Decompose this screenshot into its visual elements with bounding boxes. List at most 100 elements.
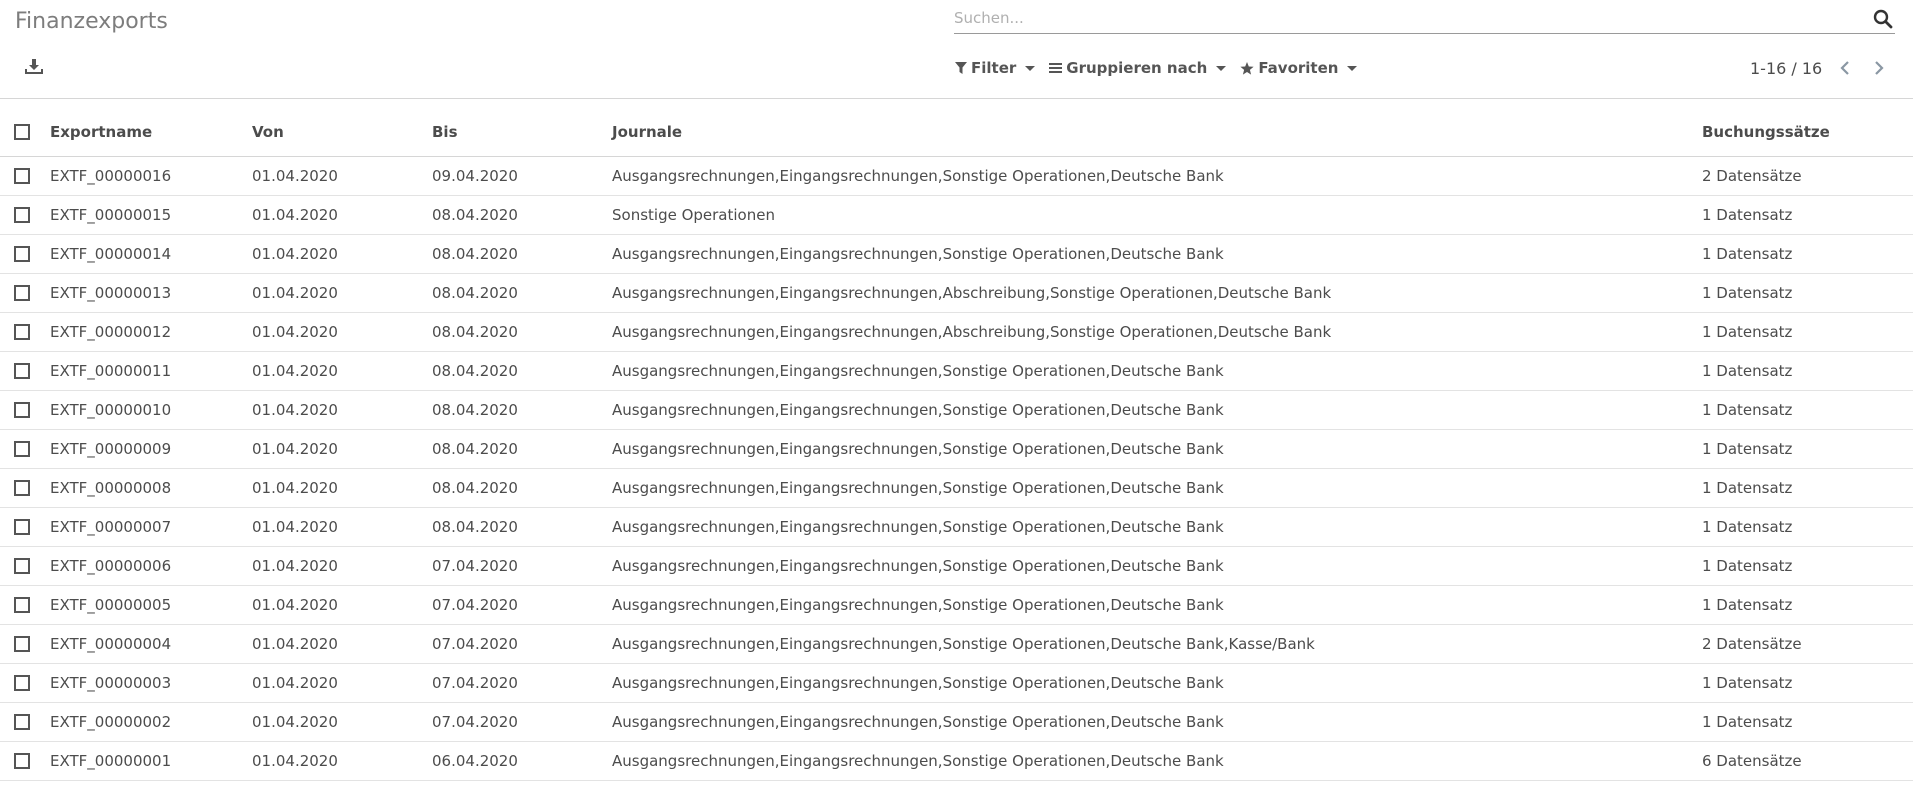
pager-value[interactable]: 1-16 / 16: [1750, 59, 1822, 78]
bis-cell: 08.04.2020: [432, 195, 612, 235]
row-select-cell: [0, 156, 50, 196]
column-header-journale[interactable]: Journale: [612, 108, 1702, 157]
column-header-bis[interactable]: Bis: [432, 108, 612, 157]
row-checkbox[interactable]: [14, 558, 30, 574]
buchungssaetze-cell: 2 Datensätze: [1702, 156, 1913, 196]
favorites-dropdown[interactable]: Favoriten: [1240, 59, 1358, 77]
exportname-cell: EXTF_00000002: [50, 702, 252, 742]
table-row[interactable]: EXTF_00000006 01.04.2020 07.04.2020 Ausgang…: [0, 546, 1913, 586]
journale-cell: Ausgangsrechnungen,Eingangsrechnungen,So…: [612, 390, 1702, 430]
table-row[interactable]: EXTF_00000003 01.04.2020 07.04.2020 Ausgang…: [0, 663, 1913, 703]
exportname-cell: EXTF_00000010: [50, 390, 252, 430]
exportname-cell: EXTF_00000013: [50, 273, 252, 313]
row-checkbox[interactable]: [14, 519, 30, 535]
row-select-cell: [0, 663, 50, 703]
column-header-von[interactable]: Von: [252, 108, 432, 157]
journale-cell: Ausgangsrechnungen,Eingangsrechnungen,So…: [612, 624, 1702, 664]
table-row[interactable]: EXTF_00000015 01.04.2020 08.04.2020 Sonstig…: [0, 195, 1913, 235]
journale-cell: Ausgangsrechnungen,Eingangsrechnungen,So…: [612, 741, 1702, 781]
exportname-cell: EXTF_00000007: [50, 507, 252, 547]
row-checkbox[interactable]: [14, 675, 30, 691]
journale-cell: Ausgangsrechnungen,Eingangsrechnungen,So…: [612, 234, 1702, 274]
row-select-cell: [0, 234, 50, 274]
select-all-checkbox[interactable]: [14, 124, 30, 141]
row-checkbox[interactable]: [14, 714, 30, 730]
buchungssaetze-cell: 1 Datensatz: [1702, 234, 1913, 274]
table-row[interactable]: EXTF_00000008 01.04.2020 08.04.2020 Ausgang…: [0, 468, 1913, 508]
buchungssaetze-cell: 1 Datensatz: [1702, 585, 1913, 625]
von-cell: 01.04.2020: [252, 468, 432, 508]
chevron-down-icon: [1216, 65, 1227, 71]
row-checkbox[interactable]: [14, 636, 30, 652]
journale-cell: Sonstige Operationen: [612, 195, 1702, 235]
chevron-right-icon: [1875, 61, 1884, 75]
filter-label: Filter: [971, 59, 1017, 77]
group-by-dropdown[interactable]: Gruppieren nach: [1049, 59, 1227, 77]
page-title: Finanzexports: [15, 9, 168, 34]
row-checkbox[interactable]: [14, 324, 30, 340]
table-row[interactable]: EXTF_00000002 01.04.2020 07.04.2020 Ausgang…: [0, 702, 1913, 742]
von-cell: 01.04.2020: [252, 507, 432, 547]
row-checkbox[interactable]: [14, 597, 30, 613]
bis-cell: 07.04.2020: [432, 624, 612, 664]
search-input[interactable]: [954, 6, 1854, 30]
exportname-cell: EXTF_00000011: [50, 351, 252, 391]
exportname-cell: EXTF_00000006: [50, 546, 252, 586]
table-row[interactable]: EXTF_00000009 01.04.2020 08.04.2020 Ausgang…: [0, 429, 1913, 469]
row-checkbox[interactable]: [14, 168, 30, 184]
table-row[interactable]: EXTF_00000011 01.04.2020 08.04.2020 Ausgang…: [0, 351, 1913, 391]
pager-previous-button[interactable]: [1834, 57, 1856, 79]
table-row[interactable]: EXTF_00000001 01.04.2020 06.04.2020 Ausgang…: [0, 741, 1913, 781]
exportname-cell: EXTF_00000004: [50, 624, 252, 664]
row-checkbox[interactable]: [14, 441, 30, 457]
pager: 1-16 / 16: [1750, 56, 1890, 80]
download-button[interactable]: [24, 56, 46, 78]
table-row[interactable]: EXTF_00000010 01.04.2020 08.04.2020 Ausgang…: [0, 390, 1913, 430]
row-select-cell: [0, 741, 50, 781]
column-header-exportname[interactable]: Exportname: [50, 108, 252, 157]
table-row[interactable]: EXTF_00000005 01.04.2020 07.04.2020 Ausgang…: [0, 585, 1913, 625]
table-row[interactable]: EXTF_00000014 01.04.2020 08.04.2020 Ausgang…: [0, 234, 1913, 274]
table-row[interactable]: EXTF_00000016 01.04.2020 09.04.2020 Ausgang…: [0, 156, 1913, 196]
buchungssaetze-cell: 1 Datensatz: [1702, 507, 1913, 547]
bars-icon: [1049, 63, 1063, 73]
bis-cell: 09.04.2020: [432, 156, 612, 196]
row-select-cell: [0, 195, 50, 235]
row-select-cell: [0, 312, 50, 352]
table-row[interactable]: EXTF_00000012 01.04.2020 08.04.2020 Ausgang…: [0, 312, 1913, 352]
table-row[interactable]: EXTF_00000007 01.04.2020 08.04.2020 Ausgang…: [0, 507, 1913, 547]
bis-cell: 08.04.2020: [432, 429, 612, 469]
search-options: Filter Gruppieren nach Favoriten: [955, 56, 1371, 80]
row-checkbox[interactable]: [14, 402, 30, 418]
row-checkbox[interactable]: [14, 285, 30, 301]
von-cell: 01.04.2020: [252, 429, 432, 469]
journale-cell: Ausgangsrechnungen,Eingangsrechnungen,So…: [612, 429, 1702, 469]
journale-cell: Ausgangsrechnungen,Eingangsrechnungen,So…: [612, 468, 1702, 508]
row-select-cell: [0, 702, 50, 742]
row-checkbox[interactable]: [14, 363, 30, 379]
table-row[interactable]: EXTF_00000004 01.04.2020 07.04.2020 Ausgang…: [0, 624, 1913, 664]
search-icon[interactable]: [1873, 9, 1895, 31]
row-checkbox[interactable]: [14, 753, 30, 769]
von-cell: 01.04.2020: [252, 663, 432, 703]
buchungssaetze-cell: 1 Datensatz: [1702, 390, 1913, 430]
table-row[interactable]: EXTF_00000013 01.04.2020 08.04.2020 Ausgang…: [0, 273, 1913, 313]
control-panel: Finanzexports Filter: [0, 0, 1913, 99]
exportname-cell: EXTF_00000012: [50, 312, 252, 352]
von-cell: 01.04.2020: [252, 624, 432, 664]
bis-cell: 07.04.2020: [432, 546, 612, 586]
row-checkbox[interactable]: [14, 480, 30, 496]
bis-cell: 07.04.2020: [432, 702, 612, 742]
pager-next-button[interactable]: [1868, 57, 1890, 79]
bis-cell: 08.04.2020: [432, 273, 612, 313]
chevron-down-icon: [1025, 65, 1036, 71]
row-select-cell: [0, 351, 50, 391]
row-checkbox[interactable]: [14, 207, 30, 223]
von-cell: 01.04.2020: [252, 156, 432, 196]
row-select-cell: [0, 429, 50, 469]
row-select-cell: [0, 585, 50, 625]
row-checkbox[interactable]: [14, 246, 30, 262]
filter-dropdown[interactable]: Filter: [955, 59, 1036, 77]
column-header-buchungssaetze[interactable]: Buchungssätze: [1702, 108, 1913, 157]
exportname-cell: EXTF_00000005: [50, 585, 252, 625]
